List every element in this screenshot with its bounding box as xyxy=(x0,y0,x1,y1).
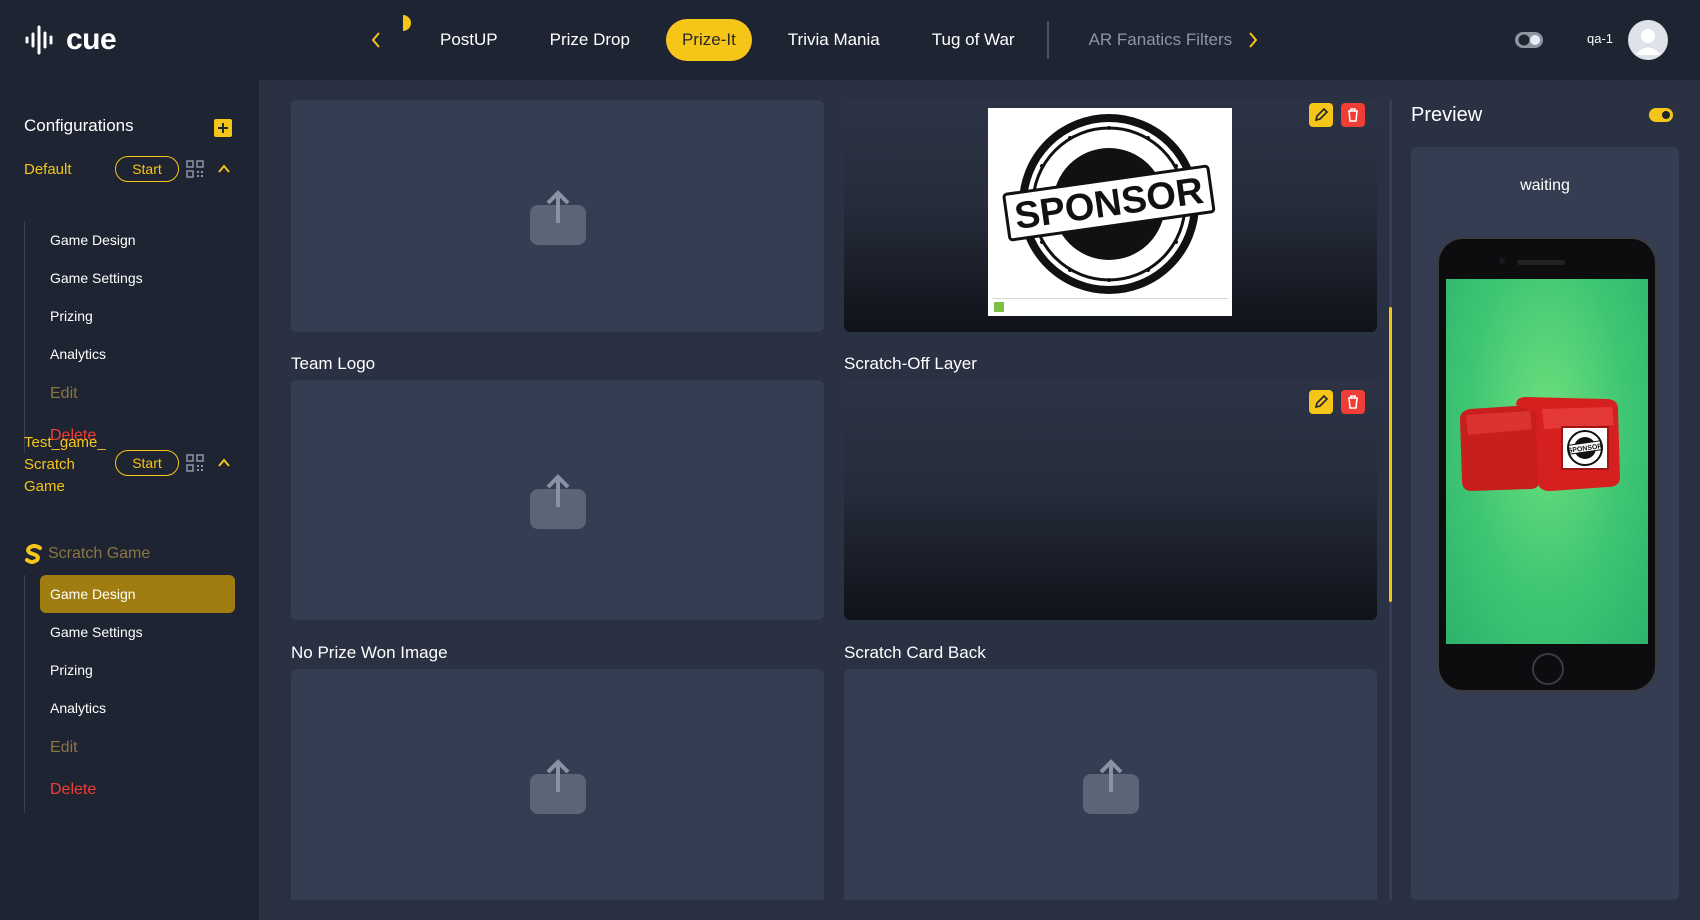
tab-trivia-mania[interactable]: Trivia Mania xyxy=(772,19,896,61)
scrollbar-thumb[interactable] xyxy=(1389,307,1392,602)
tab-divider xyxy=(1046,21,1049,59)
user-avatar[interactable] xyxy=(1628,20,1668,60)
card-label-team-logo: Team Logo xyxy=(291,354,376,373)
user-name: qa-1 xyxy=(1587,31,1614,46)
menu-edit[interactable]: Edit xyxy=(40,373,235,415)
preview-title: Preview xyxy=(1411,104,1483,126)
sponsor-stamp-icon: SPONSOR xyxy=(992,114,1228,312)
scratch-card-back-upload[interactable] xyxy=(844,669,1377,900)
user-avatar-icon xyxy=(1635,29,1661,55)
upload-icon xyxy=(529,190,586,245)
theme-toggle-icon[interactable] xyxy=(1514,31,1544,49)
game-row-test-scratch: Test_game_ Scratch Game Start xyxy=(24,432,244,502)
phone-camera xyxy=(1499,258,1505,264)
start-button[interactable]: Start xyxy=(115,450,179,476)
game-menu-default: Game Design Game Settings Prizing Analyt… xyxy=(24,221,235,453)
sponsor-image: SPONSOR xyxy=(988,108,1232,316)
scratch-off-layer-card xyxy=(844,380,1377,620)
game-tabs: PostUP Prize Drop Prize-It Trivia Mania … xyxy=(424,19,1268,61)
game-type-text: Scratch Game xyxy=(48,545,151,562)
chevron-left-icon xyxy=(371,32,380,48)
tab-prize-it[interactable]: Prize-It xyxy=(665,19,752,61)
menu-game-settings[interactable]: Game Settings xyxy=(40,259,235,297)
menu-analytics[interactable]: Analytics xyxy=(40,335,235,373)
card-label-no-prize-won: No Prize Won Image xyxy=(291,643,448,662)
edit-image-button[interactable] xyxy=(1309,103,1333,127)
tab-prize-drop[interactable]: Prize Drop xyxy=(534,19,646,61)
cue-logo[interactable]: cue xyxy=(24,20,117,60)
team-logo-upload[interactable] xyxy=(291,380,824,620)
menu-game-design[interactable]: Game Design xyxy=(40,221,235,259)
top-bar: cue PostUP Prize Drop Prize-It Trivia Ma… xyxy=(0,0,1700,80)
configurations-title: Configurations xyxy=(24,116,134,135)
tab-postup[interactable]: PostUP xyxy=(424,19,514,61)
game-name[interactable]: Default xyxy=(24,159,72,181)
sponsor-image-card: SPONSOR xyxy=(844,100,1377,332)
menu-edit[interactable]: Edit xyxy=(40,727,235,769)
start-button[interactable]: Start xyxy=(115,156,179,182)
sidebar: Configurations Default Start Game Design… xyxy=(0,80,259,920)
no-prize-won-upload[interactable] xyxy=(291,669,824,900)
logo-text: cue xyxy=(66,23,117,56)
upload-icon xyxy=(529,474,586,529)
qr-code-icon[interactable] xyxy=(186,454,204,472)
menu-delete[interactable]: Delete xyxy=(40,769,235,811)
cue-logo-icon xyxy=(25,25,53,55)
trash-icon xyxy=(1348,108,1358,122)
chevron-right-icon xyxy=(1249,32,1258,48)
edit-image-button[interactable] xyxy=(1309,390,1333,414)
pencil-icon xyxy=(1314,395,1328,409)
game-name[interactable]: Test_game_ Scratch Game xyxy=(24,432,106,498)
preview-status: waiting xyxy=(1520,177,1570,194)
half-moon-icon xyxy=(403,15,411,31)
game-name-line: Game xyxy=(24,478,65,495)
upload-card[interactable] xyxy=(291,100,824,332)
card-label-scratch-off-layer: Scratch-Off Layer xyxy=(844,354,977,373)
menu-prizing[interactable]: Prizing xyxy=(40,297,235,335)
pencil-icon xyxy=(1314,108,1328,122)
phone-screen: SPONSOR xyxy=(1446,279,1648,644)
plus-icon xyxy=(218,123,228,133)
menu-prizing[interactable]: Prizing xyxy=(40,651,235,689)
tab-tug-of-war[interactable]: Tug of War xyxy=(916,19,1031,61)
card-label-scratch-card-back: Scratch Card Back xyxy=(844,643,986,662)
scratch-s-icon xyxy=(25,544,42,564)
menu-analytics[interactable]: Analytics xyxy=(40,689,235,727)
delete-image-button[interactable] xyxy=(1341,390,1365,414)
preview-panel: waiting SPONSOR xyxy=(1411,147,1679,900)
game-menu-test-scratch: Game Design Game Settings Prizing Analyt… xyxy=(24,575,235,813)
add-configuration-button[interactable] xyxy=(214,119,232,137)
chevron-up-icon[interactable] xyxy=(216,455,232,471)
scratch-cards-illustration: SPONSOR xyxy=(1460,397,1620,491)
phone-mockup: SPONSOR xyxy=(1437,237,1657,692)
tab-ar-fanatics-filters[interactable]: AR Fanatics Filters xyxy=(1073,19,1249,61)
game-type-label: Scratch Game xyxy=(24,544,150,564)
game-name-line: Test_game_ xyxy=(24,434,106,451)
game-row-default: Default Start xyxy=(24,156,244,184)
nav-next-button[interactable] xyxy=(1241,26,1265,54)
trash-icon xyxy=(1348,395,1358,409)
chevron-up-icon[interactable] xyxy=(216,161,232,177)
toggle-icon[interactable] xyxy=(1649,108,1673,122)
nav-prev-button[interactable] xyxy=(364,26,388,54)
menu-game-design[interactable]: Game Design xyxy=(40,575,235,613)
upload-icon xyxy=(529,758,586,814)
menu-game-settings[interactable]: Game Settings xyxy=(40,613,235,651)
game-name-line: Scratch xyxy=(24,456,75,473)
upload-icon xyxy=(1082,758,1139,814)
phone-home-button xyxy=(1532,653,1564,685)
phone-speaker xyxy=(1517,260,1565,265)
delete-image-button[interactable] xyxy=(1341,103,1365,127)
qr-code-icon[interactable] xyxy=(186,160,204,178)
